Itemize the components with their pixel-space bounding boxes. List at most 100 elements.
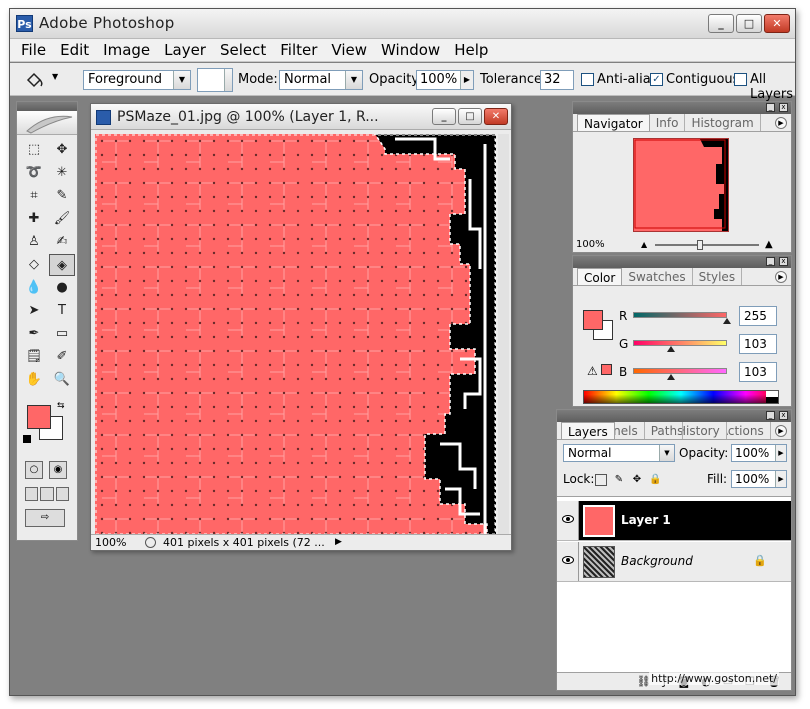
- menu-image[interactable]: Image: [96, 41, 157, 59]
- contiguous-checkbox[interactable]: ✓: [650, 73, 663, 86]
- tab-color[interactable]: Color: [577, 268, 623, 285]
- all-layers-checkbox[interactable]: [734, 73, 747, 86]
- tab-histogram[interactable]: Histogram: [685, 114, 761, 131]
- close-button[interactable]: ✕: [764, 14, 790, 33]
- fill-source-select[interactable]: Foreground ▼: [83, 70, 191, 90]
- menu-layer[interactable]: Layer: [157, 41, 213, 59]
- jump-to-imageready-icon[interactable]: ⇨: [25, 509, 65, 527]
- menu-select[interactable]: Select: [213, 41, 273, 59]
- panel-menu-icon[interactable]: ▶: [775, 425, 787, 437]
- navigator-thumbnail[interactable]: [633, 138, 729, 232]
- lock-transparent-icon[interactable]: [595, 474, 607, 486]
- menu-edit[interactable]: Edit: [53, 41, 96, 59]
- black-white-ramp[interactable]: [766, 391, 778, 403]
- tab-styles[interactable]: Styles: [693, 268, 743, 285]
- panel-menu-icon[interactable]: ▶: [775, 117, 787, 129]
- panel-close-icon[interactable]: x: [779, 103, 788, 112]
- path-selection-tool-icon[interactable]: ➤: [21, 300, 47, 322]
- toolbox-grip[interactable]: [17, 102, 77, 111]
- layer-name[interactable]: Layer 1: [621, 513, 671, 527]
- brush-tool-icon[interactable]: 🖌: [49, 208, 75, 230]
- blue-slider-handle[interactable]: [666, 374, 675, 380]
- tab-layers[interactable]: Layers: [561, 422, 615, 439]
- crop-tool-icon[interactable]: ⌗: [21, 185, 47, 207]
- play-arrow-icon[interactable]: ▶: [775, 445, 786, 461]
- opacity-input[interactable]: 100% ▶: [416, 70, 474, 90]
- mode-select[interactable]: Normal ▼: [279, 70, 363, 90]
- layer-opacity-input[interactable]: 100% ▶: [731, 444, 787, 462]
- blue-value-input[interactable]: 103: [739, 362, 777, 382]
- move-tool-icon[interactable]: ✥: [49, 139, 75, 161]
- gamut-color-swatch[interactable]: [601, 364, 612, 375]
- document-zoom[interactable]: 100%: [95, 535, 126, 550]
- lock-image-icon[interactable]: ✎: [613, 474, 625, 486]
- layer-name[interactable]: Background: [621, 554, 693, 568]
- tab-channels[interactable]: Channels: [615, 422, 645, 439]
- play-arrow-icon[interactable]: ▶: [460, 71, 473, 89]
- zoom-in-icon[interactable]: ▲: [765, 239, 773, 250]
- minimize-button[interactable]: _: [708, 14, 734, 33]
- default-colors-icon[interactable]: [23, 435, 31, 443]
- layer-row-layer-1[interactable]: Layer 1: [557, 501, 791, 541]
- green-slider-handle[interactable]: [666, 346, 675, 352]
- eyedropper-tool-icon[interactable]: ✐: [49, 346, 75, 368]
- tool-preset-picker[interactable]: ▼: [24, 70, 64, 90]
- healing-brush-tool-icon[interactable]: ✚: [21, 208, 47, 230]
- green-slider[interactable]: [633, 340, 727, 346]
- dodge-tool-icon[interactable]: ●: [49, 277, 75, 299]
- lock-position-icon[interactable]: ✥: [631, 474, 643, 486]
- standard-mode-icon[interactable]: ○: [25, 461, 43, 479]
- doc-minimize-button[interactable]: _: [432, 108, 456, 125]
- out-of-gamut-warning-icon[interactable]: ⚠: [587, 364, 598, 378]
- adobe-feather-logo[interactable]: [17, 111, 77, 135]
- navigator-zoom[interactable]: 100%: [576, 239, 605, 250]
- tab-paths[interactable]: Paths: [645, 422, 683, 439]
- red-slider-handle[interactable]: [723, 318, 731, 324]
- panel-grip[interactable]: _ x: [573, 256, 791, 268]
- marquee-tool-icon[interactable]: ⬚: [21, 139, 47, 161]
- menu-view[interactable]: View: [324, 41, 374, 59]
- zoom-tool-icon[interactable]: 🔍: [49, 369, 75, 391]
- screen-mode-full-icon[interactable]: [55, 487, 69, 501]
- type-tool-icon[interactable]: T: [49, 300, 75, 322]
- panel-grip[interactable]: _ x: [573, 102, 791, 114]
- pen-tool-icon[interactable]: ✒: [21, 323, 47, 345]
- magic-wand-tool-icon[interactable]: ✳: [49, 162, 75, 184]
- play-arrow-icon[interactable]: ▶: [775, 471, 786, 487]
- tab-actions[interactable]: Actions: [727, 422, 771, 439]
- play-arrow-icon[interactable]: ▶: [335, 535, 342, 550]
- screen-mode-menu-icon[interactable]: [40, 487, 54, 501]
- menu-filter[interactable]: Filter: [273, 41, 324, 59]
- lock-all-icon[interactable]: 🔒: [649, 474, 661, 486]
- maximize-button[interactable]: □: [736, 14, 762, 33]
- menu-file[interactable]: File: [14, 41, 53, 59]
- screen-mode-standard-icon[interactable]: [25, 487, 39, 501]
- blue-slider[interactable]: [633, 368, 727, 374]
- clone-stamp-tool-icon[interactable]: ♙: [21, 231, 47, 253]
- layer-row-background[interactable]: Background 🔒: [557, 542, 791, 582]
- pattern-picker[interactable]: [197, 68, 233, 92]
- tab-history[interactable]: History: [683, 422, 727, 439]
- visibility-eye-icon[interactable]: [557, 501, 579, 540]
- panel-minimize-icon[interactable]: _: [766, 257, 775, 266]
- vertical-scrollbar[interactable]: [498, 134, 509, 535]
- doc-close-button[interactable]: ✕: [484, 108, 508, 125]
- visibility-eye-icon[interactable]: [557, 542, 579, 581]
- notes-tool-icon[interactable]: 🗒: [21, 346, 47, 368]
- menu-help[interactable]: Help: [447, 41, 495, 59]
- zoom-out-icon[interactable]: ▲: [641, 240, 647, 249]
- tab-swatches[interactable]: Swatches: [622, 268, 693, 285]
- tolerance-input[interactable]: 32: [540, 70, 574, 90]
- info-icon[interactable]: [145, 537, 156, 548]
- green-value-input[interactable]: 103: [739, 334, 777, 354]
- hand-tool-icon[interactable]: ✋: [21, 369, 47, 391]
- foreground-color-swatch[interactable]: [583, 310, 603, 330]
- document-title-bar[interactable]: PSMaze_01.jpg @ 100% (Layer 1, R... _ □ …: [91, 104, 511, 130]
- blend-mode-select[interactable]: Normal ▼: [563, 444, 675, 462]
- document-canvas[interactable]: [95, 134, 496, 535]
- panel-close-icon[interactable]: x: [779, 411, 788, 420]
- eraser-tool-icon[interactable]: ◇: [21, 254, 47, 276]
- color-spectrum-bar[interactable]: [583, 390, 779, 404]
- lasso-tool-icon[interactable]: ➰: [21, 162, 47, 184]
- quick-mask-mode-icon[interactable]: ◉: [49, 461, 67, 479]
